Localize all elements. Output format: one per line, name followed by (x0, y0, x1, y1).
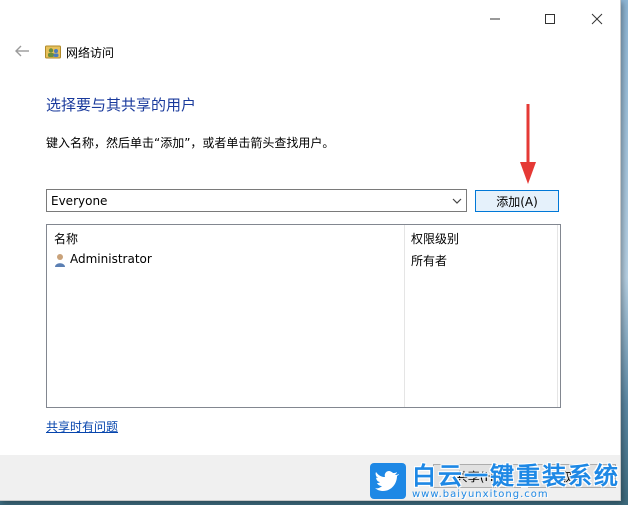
maximize-button[interactable] (527, 5, 573, 33)
column-header-permission[interactable]: 权限级别 (411, 230, 459, 247)
table-row-name[interactable]: Administrator (70, 252, 152, 266)
window-title: 网络访问 (66, 46, 115, 60)
watermark: 白云一键重装系统 www.baiyunxitong.com (370, 457, 628, 505)
maximize-icon (545, 14, 555, 24)
page-heading: 选择要与其共享的用户 (46, 96, 197, 114)
user-icon (55, 254, 65, 267)
close-button[interactable] (574, 5, 620, 33)
column-header-name[interactable]: 名称 (54, 230, 78, 247)
close-icon (591, 13, 603, 25)
bird-logo-icon (370, 463, 406, 499)
sharing-help-link[interactable]: 共享时有问题 (46, 418, 118, 435)
combo-value[interactable]: Everyone (51, 194, 107, 208)
column-separator (404, 225, 405, 407)
user-permission-list[interactable]: 名称 权限级别 Administrator 所有者 (46, 224, 561, 408)
chevron-down-icon[interactable] (450, 194, 464, 208)
table-row-permission[interactable]: 所有者 (411, 252, 447, 269)
minimize-button[interactable] (472, 5, 518, 33)
back-arrow-icon[interactable] (12, 41, 32, 61)
minimize-icon (490, 18, 500, 20)
column-separator (557, 225, 558, 407)
instruction-text: 键入名称，然后单击“添加”，或者单击箭头查找用户。 (46, 136, 335, 150)
user-name-combobox[interactable]: Everyone (46, 189, 467, 212)
network-access-dialog: 网络访问 选择要与其共享的用户 键入名称，然后单击“添加”，或者单击箭头查找用户… (0, 0, 621, 501)
network-sharing-icon (45, 45, 61, 59)
add-button[interactable]: 添加(A) (475, 190, 559, 212)
annotation-arrow-icon (520, 104, 536, 184)
watermark-url: www.baiyunxitong.com (412, 488, 549, 500)
watermark-title: 白云一键重装系统 (412, 461, 620, 490)
